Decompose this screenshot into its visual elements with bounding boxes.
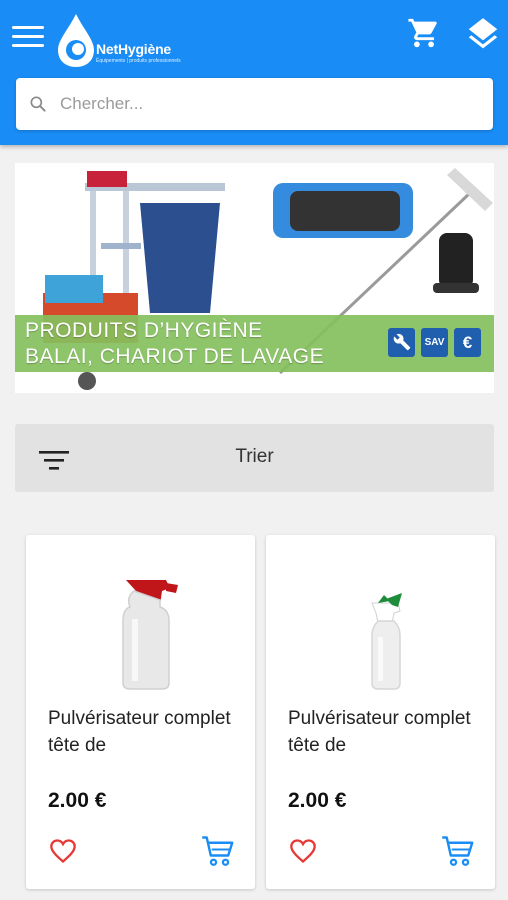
product-card[interactable]: Pulvérisateur complet tête de 2.00 € (266, 535, 495, 889)
search-icon (30, 96, 46, 112)
add-to-cart-icon[interactable] (440, 833, 476, 869)
product-name[interactable]: Pulvérisateur complet tête de (288, 705, 483, 761)
promo-banner[interactable]: PRODUITS D’HYGIÈNE BALAI, CHARIOT DE LAV… (15, 163, 494, 393)
hamburger-menu-icon (12, 26, 44, 29)
spray-bottle-image (122, 580, 178, 690)
brand-logo[interactable]: NetHygiène Équipements | produits profes… (54, 12, 186, 68)
sort-label: Trier (235, 446, 274, 467)
product-name[interactable]: Pulvérisateur complet tête de (48, 705, 243, 761)
search-box[interactable] (16, 78, 493, 130)
layers-icon[interactable] (464, 14, 502, 54)
euro-badge: € (454, 328, 481, 357)
product-price: 2.00 € (48, 789, 107, 812)
banner-title: PRODUITS D’HYGIÈNE (25, 319, 263, 342)
shopping-cart-icon[interactable] (406, 16, 442, 50)
app-bar: NetHygiène Équipements | produits profes… (0, 0, 508, 145)
banner-subtitle: BALAI, CHARIOT DE LAVAGE (25, 345, 325, 368)
sort-button[interactable]: Trier (15, 424, 494, 492)
brand-tagline: Équipements | produits professionnels (96, 58, 181, 64)
product-card[interactable]: Pulvérisateur complet tête de 2.00 € (26, 535, 255, 889)
water-drop-logo-icon (58, 14, 94, 67)
sav-badge: SAV (421, 328, 448, 357)
brand-name: NetHygiène (96, 41, 172, 57)
search-input[interactable] (60, 78, 480, 130)
spray-bottle-image (371, 593, 402, 690)
menu-button[interactable] (12, 26, 46, 52)
heart-icon[interactable] (48, 837, 78, 865)
product-price: 2.00 € (288, 789, 347, 812)
wrench-icon (388, 328, 415, 357)
heart-icon[interactable] (288, 837, 318, 865)
add-to-cart-icon[interactable] (200, 833, 236, 869)
